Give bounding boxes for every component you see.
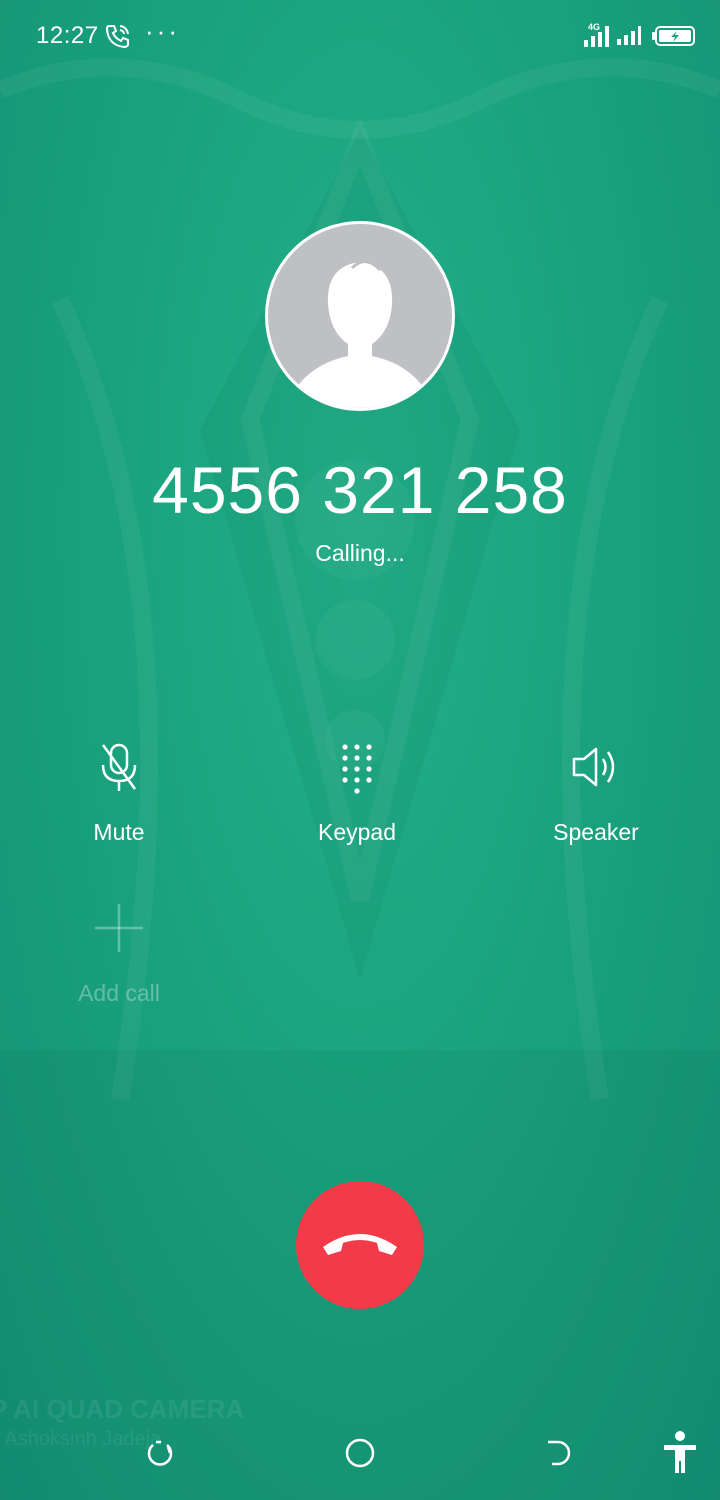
speaker-label: Speaker: [553, 819, 639, 845]
contact-avatar: [265, 221, 455, 411]
phone-in-call-icon: [105, 25, 129, 49]
home-icon[interactable]: [330, 1423, 390, 1483]
speaker-icon: [572, 747, 615, 787]
default-person-avatar-icon: [292, 260, 428, 408]
plus-icon: [95, 904, 143, 952]
status-bar: 12:27 ··· 4G: [0, 0, 720, 72]
recents-icon[interactable]: [130, 1423, 190, 1483]
dialpad-icon: [342, 744, 372, 794]
hang-up-icon: [323, 1234, 397, 1255]
mute-button[interactable]: Mute: [29, 737, 209, 867]
add-call-label: Add call: [78, 980, 160, 1006]
status-time: 12:27: [36, 22, 99, 49]
phone-number: 4556 321 258: [152, 453, 568, 527]
speaker-button[interactable]: Speaker: [506, 737, 686, 867]
more-notifications-icon: ···: [145, 16, 180, 46]
navigation-bar: [0, 1410, 720, 1500]
battery-charging-icon: [652, 26, 695, 46]
keypad-button[interactable]: Keypad: [267, 737, 447, 867]
svg-text:4G: 4G: [588, 22, 600, 32]
add-call-button[interactable]: Add call: [29, 898, 209, 1028]
back-icon[interactable]: [530, 1423, 590, 1483]
mute-label: Mute: [93, 819, 145, 845]
signal-icon: [617, 26, 641, 45]
signal-4g-icon: 4G: [584, 22, 609, 47]
end-call-button[interactable]: [296, 1181, 424, 1309]
microphone-off-icon: [101, 743, 137, 791]
keypad-label: Keypad: [317, 819, 396, 845]
in-call-screen: 12:27 ··· 4G 4556 321 258 Calling... Mut…: [0, 0, 720, 1500]
call-status: Calling...: [315, 540, 405, 566]
accessibility-icon[interactable]: [650, 1423, 710, 1483]
